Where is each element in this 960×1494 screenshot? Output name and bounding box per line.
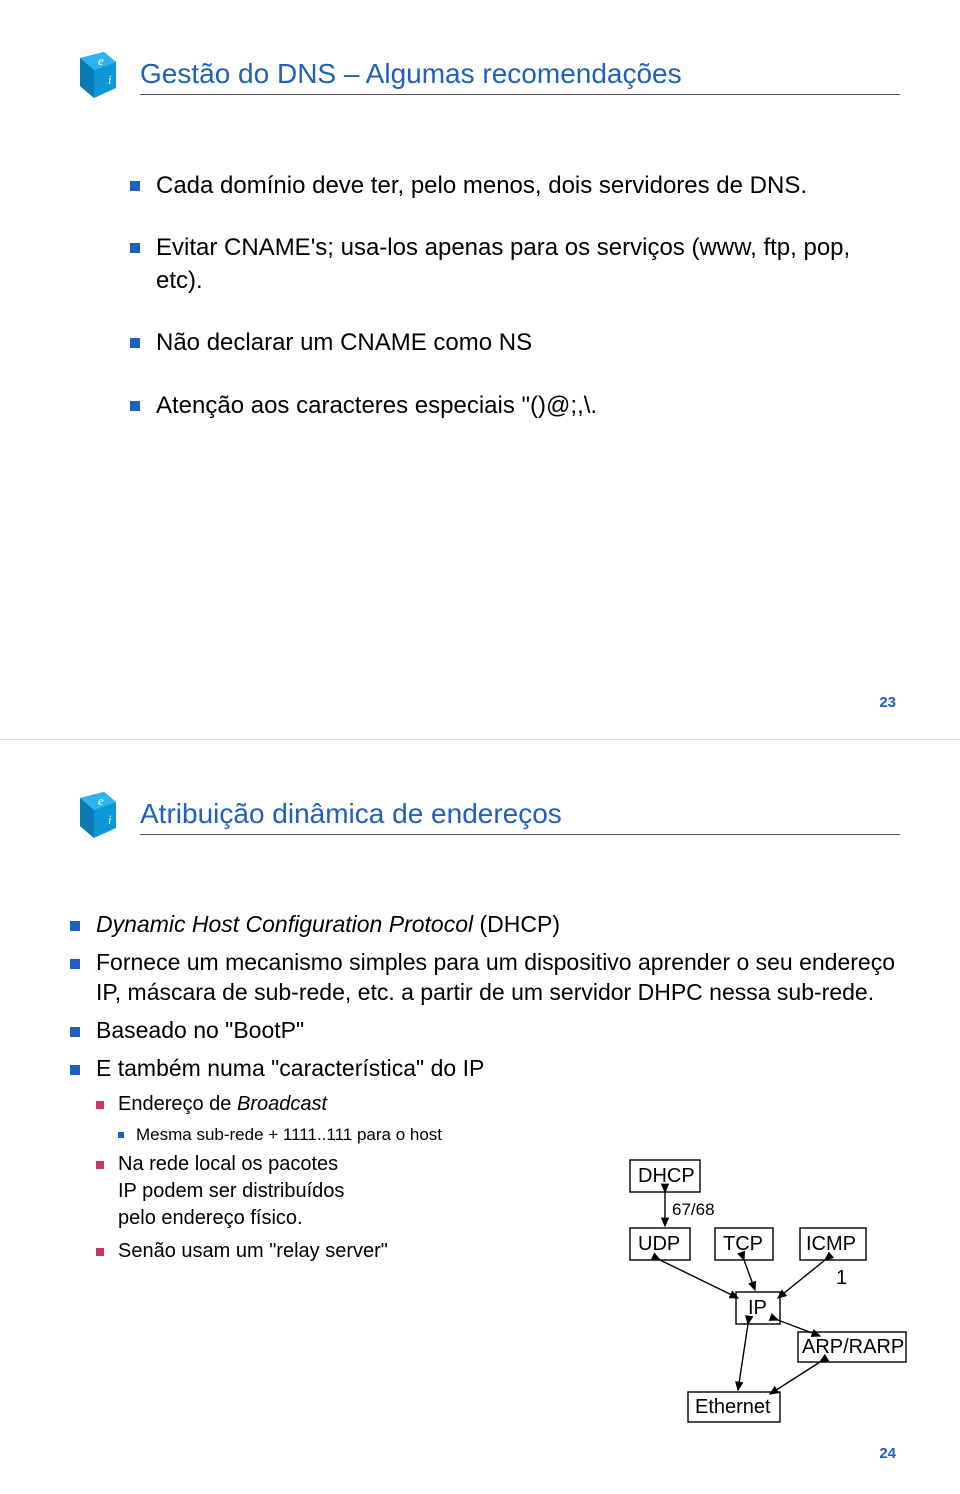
bullet-item: Dynamic Host Configuration Protocol (DHC… xyxy=(70,910,900,940)
diagram-label-port: 67/68 xyxy=(672,1200,715,1219)
bullet-text-italic: Dynamic Host Configuration Protocol xyxy=(96,911,473,937)
page-number: 24 xyxy=(879,1445,896,1462)
slide-23: e s i Gestão do DNS – Algumas recomendaç… xyxy=(0,0,960,740)
sub-sub-bullet-item: Mesma sub-rede + 1111..111 para o host xyxy=(118,1124,900,1147)
slide-24: e s i Atribuição dinâmica de endereços D… xyxy=(0,740,960,1490)
sub-bullet-item: Endereço de Broadcast xyxy=(96,1091,900,1118)
diagram-label-icmp: ICMP xyxy=(806,1233,856,1255)
bullet-text: Na rede local os pacotes xyxy=(118,1153,338,1175)
diagram-label-one: 1 xyxy=(836,1267,847,1289)
bullet-item: Atenção aos caracteres especiais "()@;,\… xyxy=(130,390,900,422)
slide-content: Cada domínio deve ter, pelo menos, dois … xyxy=(60,170,900,422)
svg-text:s: s xyxy=(74,808,79,823)
slide-header: e s i Atribuição dinâmica de endereços xyxy=(60,790,900,850)
svg-text:e: e xyxy=(98,53,104,68)
diagram-label-ethernet: Ethernet xyxy=(695,1396,771,1418)
svg-text:e: e xyxy=(98,793,104,808)
logo-icon: e s i xyxy=(60,50,122,110)
svg-text:i: i xyxy=(108,72,112,87)
slide-title: Atribuição dinâmica de endereços xyxy=(140,798,900,835)
protocol-stack-diagram: DHCP 67/68 UDP TCP ICMP 1 IP ARP/RARP Et… xyxy=(620,1160,910,1440)
slide-header: e s i Gestão do DNS – Algumas recomendaç… xyxy=(60,50,900,110)
logo-icon: e s i xyxy=(60,790,122,850)
diagram-label-tcp: TCP xyxy=(723,1233,763,1255)
svg-text:i: i xyxy=(108,812,112,827)
diagram-label-ip: IP xyxy=(748,1297,767,1319)
bullet-item: Baseado no "BootP" xyxy=(70,1016,900,1046)
diagram-label-arp: ARP/RARP xyxy=(802,1336,904,1358)
bullet-text: (DHCP) xyxy=(473,911,560,937)
bullet-text: IP podem ser distribuídos xyxy=(118,1180,344,1202)
bullet-item: Não declarar um CNAME como NS xyxy=(130,327,900,359)
diagram-label-dhcp: DHCP xyxy=(638,1165,695,1187)
bullet-text-italic: Broadcast xyxy=(237,1093,327,1115)
svg-text:s: s xyxy=(74,68,79,83)
bullet-item: Cada domínio deve ter, pelo menos, dois … xyxy=(130,170,900,202)
bullet-text: Endereço de xyxy=(118,1093,237,1115)
bullet-text: pelo endereço físico. xyxy=(118,1207,303,1229)
slide-title: Gestão do DNS – Algumas recomendações xyxy=(140,58,900,95)
page-number: 23 xyxy=(879,694,896,711)
bullet-item: Fornece um mecanismo simples para um dis… xyxy=(70,948,900,1008)
bullet-item: Evitar CNAME's; usa-los apenas para os s… xyxy=(130,232,900,297)
bullet-item: E também numa "característica" do IP xyxy=(70,1054,900,1084)
diagram-label-udp: UDP xyxy=(638,1233,680,1255)
